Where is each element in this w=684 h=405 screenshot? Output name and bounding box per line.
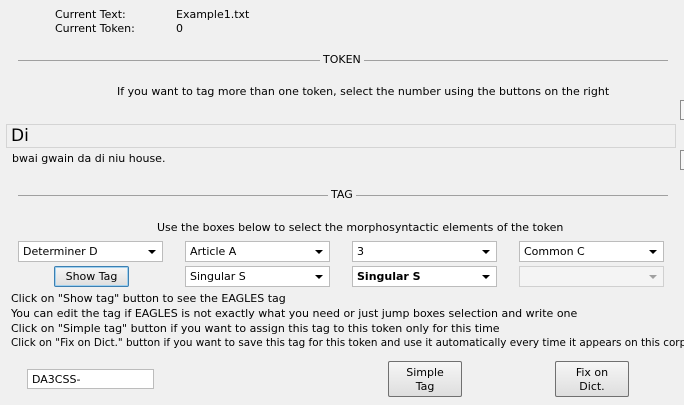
simple-tag-label-line2: Tag	[415, 380, 435, 393]
help-line-3: Click on "Simple tag" button if you want…	[11, 322, 500, 335]
chevron-down-icon	[482, 275, 490, 279]
type-select[interactable]: Article A	[185, 241, 330, 262]
category-select-value: Determiner D	[23, 245, 98, 258]
help-line-1: Click on "Show tag" button to see the EA…	[11, 292, 286, 305]
possessor-number-select-value: Singular S	[357, 270, 421, 283]
number-select-value: Singular S	[190, 270, 246, 283]
fix-on-dict-label-line1: Fix on	[575, 366, 609, 379]
token-instruction: If you want to tag more than one token, …	[117, 85, 610, 98]
token-group-title: TOKEN	[320, 53, 364, 66]
current-token: Di	[11, 126, 29, 146]
simple-tag-button[interactable]: Simple Tag	[388, 361, 462, 397]
chevron-down-icon	[649, 250, 657, 254]
category-select[interactable]: Determiner D	[18, 241, 163, 262]
token-count-down-button[interactable]	[680, 150, 684, 170]
gender-select-value: Common C	[524, 245, 585, 258]
fix-on-dict-button[interactable]: Fix on Dict.	[555, 361, 629, 397]
type-select-value: Article A	[190, 245, 237, 258]
chevron-down-icon	[315, 275, 323, 279]
token-display: Di	[6, 124, 676, 148]
chevron-down-icon	[148, 250, 156, 254]
fix-on-dict-label-line2: Dict.	[579, 380, 605, 393]
current-text-label: Current Text:	[55, 8, 126, 21]
gender-select[interactable]: Common C	[519, 241, 664, 262]
token-sentence: bwai gwain da di niu house.	[12, 152, 166, 165]
current-text-value: Example1.txt	[176, 8, 250, 21]
current-token-value: 0	[176, 22, 183, 35]
chevron-down-icon	[649, 275, 657, 279]
tag-input-value: DA3CSS-	[32, 373, 81, 386]
person-select-value: 3	[357, 245, 364, 258]
current-token-label: Current Token:	[55, 22, 135, 35]
tag-group-title: TAG	[328, 188, 356, 201]
number-select[interactable]: Singular S	[185, 266, 330, 287]
possessor-number-select[interactable]: Singular S	[352, 266, 497, 287]
person-select[interactable]: 3	[352, 241, 497, 262]
help-line-4: Click on "Fix on Dict." button if you wa…	[11, 337, 684, 349]
show-tag-button[interactable]: Show Tag	[54, 266, 129, 287]
simple-tag-label-line1: Simple	[406, 366, 444, 379]
help-line-2: You can edit the tag if EAGLES is not ex…	[11, 307, 578, 320]
tag-input[interactable]: DA3CSS-	[27, 369, 154, 389]
disabled-select[interactable]	[519, 266, 664, 287]
chevron-down-icon	[315, 250, 323, 254]
token-count-up-button[interactable]	[680, 100, 684, 120]
tag-instruction: Use the boxes below to select the morpho…	[157, 221, 564, 234]
chevron-down-icon	[482, 250, 490, 254]
